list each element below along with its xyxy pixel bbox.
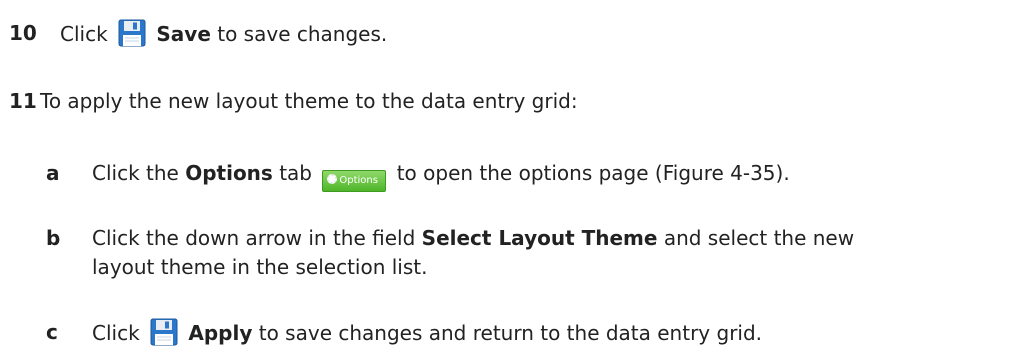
tab-word: tab — [279, 161, 312, 185]
floppy-disk-icon[interactable] — [118, 19, 146, 47]
step-text: Click Save to save changes. — [60, 19, 387, 48]
substep-letter: a — [46, 161, 60, 185]
click-text: Click — [60, 22, 108, 46]
save-rest-text: to save changes. — [217, 22, 388, 46]
substep-letter: c — [46, 320, 58, 344]
step-number: 10 — [9, 21, 37, 45]
step-text: To apply the new layout theme to the dat… — [40, 89, 578, 113]
field-name: Select Layout Theme — [421, 226, 658, 250]
apply-rest-text: to save changes and return to the data e… — [258, 321, 763, 345]
options-rest-text: to open the options page (Figure 4-35). — [396, 161, 790, 185]
substep-text: Click Apply to save changes and return t… — [92, 318, 762, 347]
substep-text-line2: layout theme in the selection list. — [92, 255, 428, 279]
floppy-disk-icon[interactable] — [150, 318, 178, 346]
substep-text: Click the Options tab Options to open th… — [92, 159, 790, 192]
save-label: Save — [156, 22, 211, 46]
lead-text: Click the down arrow in the field — [92, 226, 416, 250]
options-tab-button[interactable]: Options — [322, 170, 387, 192]
options-label: Options — [185, 161, 273, 185]
tail-text: and select the new — [663, 226, 855, 250]
gear-icon — [327, 174, 338, 184]
apply-label: Apply — [188, 321, 253, 345]
substep-text: Click the down arrow in the field Select… — [92, 224, 854, 252]
options-tab-button-label: Options — [339, 175, 378, 186]
substep-letter: b — [46, 226, 61, 250]
click-text: Click — [92, 321, 140, 345]
click-text: Click the — [92, 161, 179, 185]
step-number: 11 — [9, 89, 37, 113]
